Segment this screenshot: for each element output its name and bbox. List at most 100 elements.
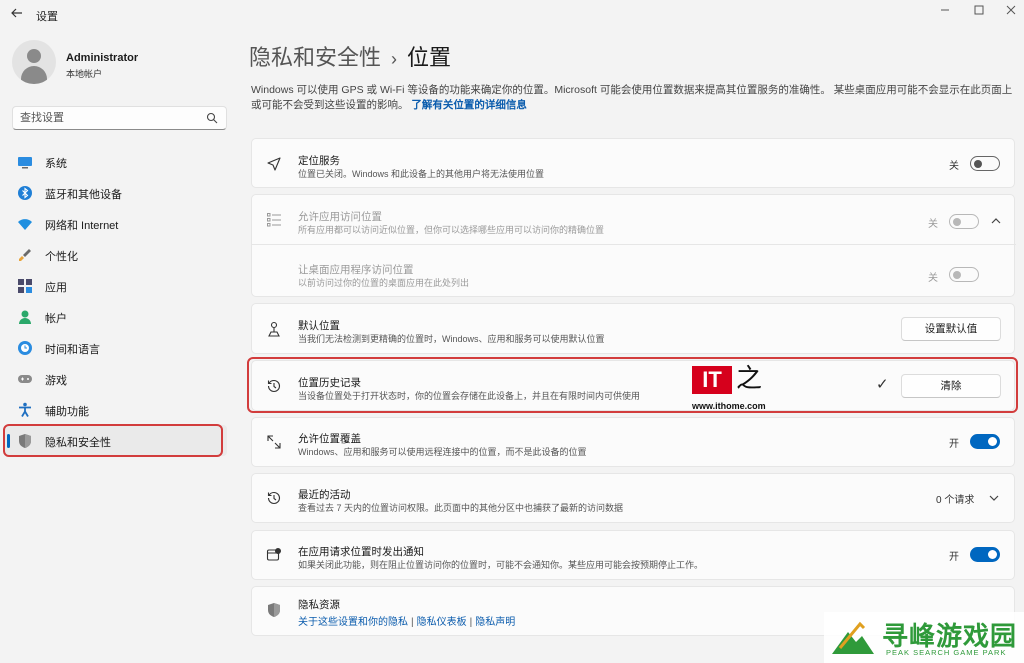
monitor-icon: [18, 157, 32, 169]
request-count: 0 个请求: [936, 495, 975, 506]
row-title: 最近的活动: [298, 489, 351, 501]
sidebar-item-bluetooth[interactable]: 蓝牙和其他设备: [5, 177, 227, 208]
sidebar-item-personalization[interactable]: 个性化: [5, 239, 227, 270]
toggle-state-label: 关: [949, 161, 959, 172]
sidebar-item-label: 辅助功能: [45, 406, 89, 418]
location-service-row: 定位服务 位置已关闭。Windows 和此设备上的其他用户将无法使用位置 关: [251, 138, 1015, 188]
sidebar-item-label: 个性化: [45, 251, 78, 263]
sidebar-item-label: 系统: [45, 158, 67, 170]
remote-location-icon: [267, 435, 281, 449]
sidebar-item-network[interactable]: 网络和 Internet: [5, 208, 227, 239]
ithome-logo: IT 之: [692, 364, 776, 400]
row-subtitle: 当我们无法检测到更精确的位置时，Windows、应用和服务可以使用默认位置: [298, 334, 605, 344]
sidebar-item-accounts[interactable]: 帐户: [5, 301, 227, 332]
row-subtitle: 以前访问过你的位置的桌面应用在此处列出: [298, 278, 470, 288]
close-icon[interactable]: [1001, 4, 1021, 20]
sidebar-item-time-language[interactable]: 时间和语言: [5, 332, 227, 363]
location-override-row: 允许位置覆盖 Windows、应用和服务可以使用远程连接中的位置，而不是此设备的…: [251, 417, 1015, 467]
row-title: 允许位置覆盖: [298, 433, 361, 445]
minimize-icon[interactable]: [935, 4, 955, 20]
mountain-logo-icon: [832, 621, 874, 654]
sidebar-item-apps[interactable]: 应用: [5, 270, 227, 301]
location-override-toggle[interactable]: [970, 434, 1000, 449]
location-service-toggle[interactable]: [970, 156, 1000, 171]
sidebar-item-gaming[interactable]: 游戏: [5, 363, 227, 394]
privacy-link-settings[interactable]: 关于这些设置和你的隐私: [298, 617, 408, 628]
search-input[interactable]: [20, 110, 200, 126]
toggle-state-label: 开: [949, 552, 959, 563]
app-access-group: 允许应用访问位置 所有应用都可以访问近似位置，但你可以选择哪些应用可以访问你的精…: [251, 194, 1016, 298]
ithome-logo-mark: IT: [692, 366, 732, 394]
row-subtitle: 所有应用都可以访问近似位置，但你可以选择哪些应用可以访问你的精确位置: [298, 225, 605, 235]
sidebar-item-label: 帐户: [45, 313, 67, 325]
map-pin-person-icon: [268, 321, 280, 337]
notify-row: 在应用请求位置时发出通知 如果关闭此功能，则在阻止位置访问你的位置时，可能不会通…: [251, 530, 1015, 580]
window-title: 设置: [36, 11, 58, 23]
apps-icon: [18, 279, 32, 293]
site-subtitle: PEAK SEARCH GAME PARK: [886, 648, 1007, 657]
accessibility-icon: [19, 402, 31, 417]
row-title: 默认位置: [298, 320, 340, 332]
search-box[interactable]: [12, 106, 227, 130]
row-title: 隐私资源: [298, 599, 340, 611]
row-title: 允许应用访问位置: [298, 211, 382, 223]
sidebar-item-label: 网络和 Internet: [45, 220, 119, 232]
sidebar-item-label: 应用: [45, 282, 67, 294]
wifi-icon: [18, 219, 32, 230]
notification-location-icon: [266, 548, 281, 561]
maximize-icon[interactable]: [969, 4, 989, 20]
row-subtitle: 位置已关闭。Windows 和此设备上的其他用户将无法使用位置: [298, 169, 545, 179]
app-access-row: 允许应用访问位置 所有应用都可以访问近似位置，但你可以选择哪些应用可以访问你的精…: [252, 195, 1016, 245]
row-title: 在应用请求位置时发出通知: [298, 546, 424, 558]
desktop-access-row: 让桌面应用程序访问位置 以前访问过你的位置的桌面应用在此处列出 关: [252, 246, 1016, 298]
sidebar-nav: 系统 蓝牙和其他设备 网络和 Internet 个性化 应用 帐户 时间和语言 …: [5, 146, 227, 456]
privacy-link-statement[interactable]: 隐私声明: [475, 617, 515, 628]
app-access-toggle[interactable]: [949, 214, 979, 229]
breadcrumb-current: 位置: [407, 45, 452, 70]
link-separator: |: [469, 617, 473, 628]
notify-toggle[interactable]: [970, 547, 1000, 562]
sidebar-item-label: 游戏: [45, 375, 67, 387]
row-subtitle: 如果关闭此功能，则在阻止位置访问你的位置时，可能不会通知你。某些应用可能会按预期…: [298, 560, 704, 570]
sidebar-item-system[interactable]: 系统: [5, 146, 227, 177]
page-description: Windows 可以使用 GPS 或 Wi-Fi 等设备的功能来确定你的位置。M…: [251, 83, 1015, 113]
ithome-url: www.ithome.com: [692, 401, 766, 411]
row-subtitle: 查看过去 7 天内的位置访问权限。此页面中的其他分区中也捕获了最新的访问数据: [298, 503, 624, 513]
bluetooth-icon: [18, 186, 32, 200]
page-title: 隐私和安全性 › 位置: [249, 40, 451, 72]
default-location-row: 默认位置 当我们无法检测到更精确的位置时，Windows、应用和服务可以使用默认…: [251, 303, 1015, 354]
app-list-icon: [267, 213, 281, 227]
sidebar-item-label: 时间和语言: [45, 344, 100, 356]
chevron-down-icon[interactable]: [988, 492, 1000, 504]
brush-icon: [19, 249, 31, 261]
search-icon[interactable]: [206, 112, 218, 124]
history-icon: [267, 491, 281, 505]
recent-activity-row[interactable]: 最近的活动 查看过去 7 天内的位置访问权限。此页面中的其他分区中也捕获了最新的…: [251, 473, 1015, 523]
toggle-state-label: 关: [928, 219, 938, 230]
link-separator: |: [411, 617, 414, 628]
gamepad-icon: [18, 375, 32, 383]
desktop-access-toggle[interactable]: [949, 267, 979, 282]
highlight-box-history: [247, 357, 1018, 413]
site-watermark: 寻峰游戏园 PEAK SEARCH GAME PARK: [824, 612, 1024, 663]
breadcrumb-separator: ›: [391, 49, 398, 69]
user-name: Administrator: [66, 52, 139, 64]
toggle-state-label: 开: [949, 439, 959, 450]
highlight-box-nav: [3, 424, 223, 457]
person-icon: [19, 310, 31, 324]
globe-clock-icon: [18, 341, 32, 355]
back-arrow-icon[interactable]: [8, 6, 26, 24]
sidebar-item-label: 蓝牙和其他设备: [45, 189, 122, 201]
title-bar: 设置: [0, 0, 1024, 30]
ithome-logo-glyph: 之: [736, 364, 763, 394]
sidebar-item-accessibility[interactable]: 辅助功能: [5, 394, 227, 425]
learn-more-link[interactable]: 了解有关位置的详细信息: [411, 99, 527, 111]
location-arrow-icon: [267, 157, 281, 171]
chevron-up-icon[interactable]: [990, 215, 1002, 227]
row-title: 定位服务: [298, 155, 340, 167]
description-text: Windows 可以使用 GPS 或 Wi-Fi 等设备的功能来确定你的位置。M…: [251, 84, 1013, 111]
set-default-button[interactable]: 设置默认值: [901, 317, 1001, 341]
privacy-link-dashboard[interactable]: 隐私仪表板: [417, 617, 467, 628]
breadcrumb-parent[interactable]: 隐私和安全性: [249, 45, 381, 70]
user-account-type: 本地帐户: [66, 69, 103, 79]
